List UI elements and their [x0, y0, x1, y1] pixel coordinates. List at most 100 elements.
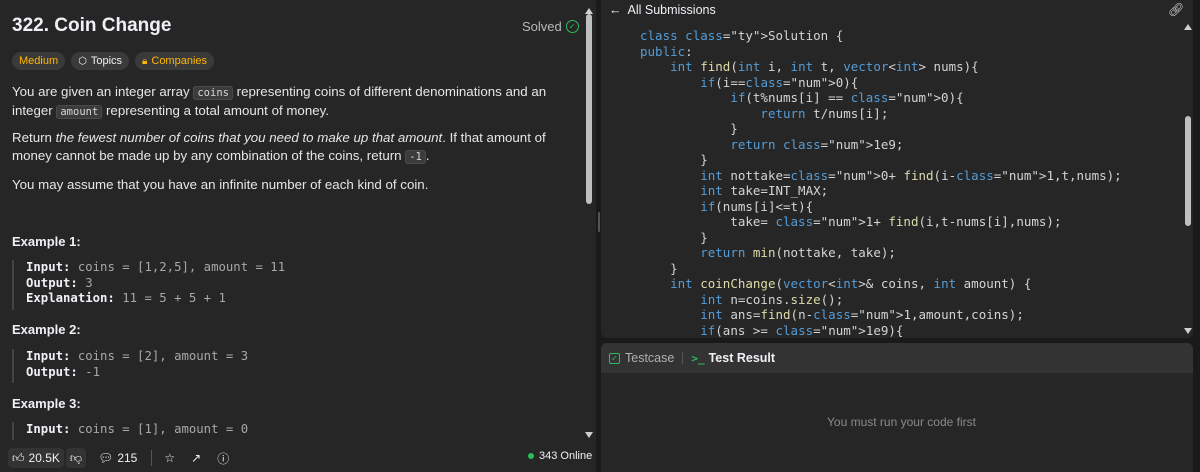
panel-splitter[interactable]	[596, 0, 600, 472]
explanation-label: Explanation:	[26, 291, 115, 305]
output-label: Output:	[26, 364, 78, 379]
difficulty-label: Medium	[19, 55, 59, 67]
desc-text: You are given an integer array	[12, 84, 194, 99]
share-button[interactable]: ↗	[187, 448, 205, 468]
input-value: coins = [1,2,5], amount = 11	[70, 260, 286, 274]
code-line[interactable]: int ans=find(n-class="num">1,amount,coin…	[640, 307, 1122, 323]
tab-test-result-label: Test Result	[708, 351, 776, 365]
code-line[interactable]: if(t%nums[i] == class="num">0){	[640, 90, 1122, 106]
desc-text: .	[425, 148, 430, 163]
input-value: coins = [2], amount = 3	[70, 349, 249, 363]
description-paragraph-2: Return the fewest number of coins that y…	[12, 129, 577, 166]
code-line[interactable]: return t/nums[i];	[640, 106, 1122, 122]
run-code-message: You must run your code first	[827, 415, 976, 429]
companies-button[interactable]: 🔒︎ Companies	[135, 52, 215, 70]
code-line[interactable]: if(ans >= class="num">1e9){	[640, 323, 1122, 339]
editor-scrollbar[interactable]	[1184, 20, 1192, 336]
check-circle-icon: ✓	[565, 20, 579, 33]
problem-title[interactable]: 322. Coin Change	[12, 15, 171, 37]
terminal-icon: >_	[691, 351, 705, 365]
result-tabs: ✓ Testcase >_ Test Result	[601, 343, 1193, 373]
inline-code-minus-one: -1	[405, 150, 426, 164]
example-2-heading: Example 2:	[12, 322, 81, 337]
topics-button[interactable]: ⬡ Topics	[71, 52, 130, 70]
help-icon: ⓘ	[217, 451, 230, 466]
tag-icon: ⬡	[78, 55, 87, 67]
favorite-button[interactable]: ☆	[160, 448, 179, 468]
desc-emphasis: the fewest number of coins that you need…	[55, 130, 443, 145]
scroll-up-arrow-icon[interactable]	[1184, 24, 1192, 30]
desc-text: representing a total amount of money.	[102, 103, 329, 118]
help-button[interactable]: ⓘ	[213, 448, 233, 468]
thumbs-down-icon: 👎︎	[69, 450, 83, 465]
example-2-block: Input: coins = [2], amount = 3 Output: -…	[12, 349, 572, 383]
problem-panel: 322. Coin Change Solved ✓ Medium ⬡ Topics…	[0, 0, 596, 472]
difficulty-badge[interactable]: Medium	[12, 52, 66, 70]
code-line[interactable]: int nottake=class="num">0+ find(i-class=…	[640, 168, 1121, 184]
desc-text: Return	[12, 130, 56, 145]
tab-divider	[682, 352, 684, 364]
explanation-value: 11 = 5 + 5 + 1	[114, 291, 226, 305]
input-label: Input:	[26, 422, 71, 436]
comments-button[interactable]: 💬︎ 215	[94, 448, 141, 468]
description-paragraph-1: You are given an integer array coins rep…	[12, 83, 577, 121]
code-line[interactable]: if(i==class="num">0){	[640, 75, 1122, 91]
tab-test-result[interactable]: >_ Test Result	[691, 351, 775, 365]
inline-code-amount: amount	[56, 105, 103, 119]
description-paragraph-3: You may assume that you have an infinite…	[12, 177, 429, 192]
scroll-down-arrow-icon[interactable]	[585, 432, 593, 438]
example-3-block: Input: coins = [1], amount = 0	[12, 422, 572, 440]
lock-icon: 🔒︎	[142, 55, 148, 67]
share-icon: ↗	[191, 451, 202, 465]
tag-row: Medium ⬡ Topics 🔒︎ Companies	[12, 52, 215, 70]
topics-label: Topics	[90, 55, 123, 67]
code-line[interactable]: }	[640, 261, 1122, 277]
dislike-button[interactable]: 👎︎	[65, 448, 87, 468]
solved-label: Solved	[522, 19, 562, 34]
arrow-left-icon: ←	[609, 3, 622, 17]
code-line[interactable]: }	[640, 152, 1122, 168]
splitter-grip-icon[interactable]	[598, 212, 600, 232]
problem-scrollbar[interactable]	[585, 8, 593, 438]
code-line[interactable]: int coinChange(vector<int>& coins, int a…	[640, 276, 1122, 292]
checkbox-icon: ✓	[609, 352, 620, 364]
code-line[interactable]: return class="num">1e9;	[640, 137, 1122, 153]
thumbs-up-icon: 👍︎	[12, 450, 25, 465]
code-editor-panel: ← All Submissions class class="ty">Solut…	[601, 0, 1193, 338]
scroll-down-arrow-icon[interactable]	[1184, 328, 1192, 334]
online-indicator: 343 Online	[528, 450, 592, 462]
scrollbar-thumb[interactable]	[586, 14, 592, 204]
companies-label: Companies	[151, 55, 208, 67]
footer-divider	[151, 450, 153, 466]
link-icon[interactable]: 🔗︎	[1168, 2, 1185, 18]
all-submissions-link[interactable]: ← All Submissions	[609, 3, 716, 17]
code-line[interactable]: public:	[640, 44, 1122, 60]
tab-testcase-label: Testcase	[625, 351, 675, 365]
code-line[interactable]: }	[640, 121, 1122, 137]
star-icon: ☆	[164, 451, 176, 465]
input-value: coins = [1], amount = 0	[70, 422, 249, 436]
tab-testcase[interactable]: ✓ Testcase	[609, 351, 674, 365]
inline-code-coins: coins	[193, 86, 233, 100]
code-line[interactable]: if(nums[i]<=t){	[640, 199, 1122, 215]
code-line[interactable]: int find(int i, int t, vector<int> nums)…	[640, 59, 1122, 75]
comment-count: 215	[117, 451, 138, 465]
code-line[interactable]: take= class="num">1+ find(i,t-nums[i],nu…	[640, 214, 1122, 230]
code-area[interactable]: class class="ty">Solution {public: int f…	[640, 28, 1122, 338]
window-edge	[1193, 0, 1200, 472]
code-line[interactable]: return min(nottake, take);	[640, 245, 1122, 261]
input-label: Input:	[26, 349, 71, 363]
code-line[interactable]: int take=INT_MAX;	[640, 183, 1122, 199]
example-1-heading: Example 1:	[12, 234, 81, 249]
input-label: Input:	[26, 260, 71, 274]
app-root: 322. Coin Change Solved ✓ Medium ⬡ Topics…	[0, 0, 1200, 472]
code-line[interactable]: class class="ty">Solution {	[640, 28, 1122, 44]
code-line[interactable]: }	[640, 230, 1122, 246]
scrollbar-thumb[interactable]	[1185, 116, 1191, 226]
output-value: -1	[77, 364, 101, 379]
example-3-heading: Example 3:	[12, 396, 81, 411]
online-count: 343 Online	[539, 450, 593, 462]
code-line[interactable]: int n=coins.size();	[640, 292, 1122, 308]
like-button[interactable]: 👍︎ 20.5K	[8, 448, 64, 468]
comment-icon: 💬︎	[98, 451, 114, 465]
